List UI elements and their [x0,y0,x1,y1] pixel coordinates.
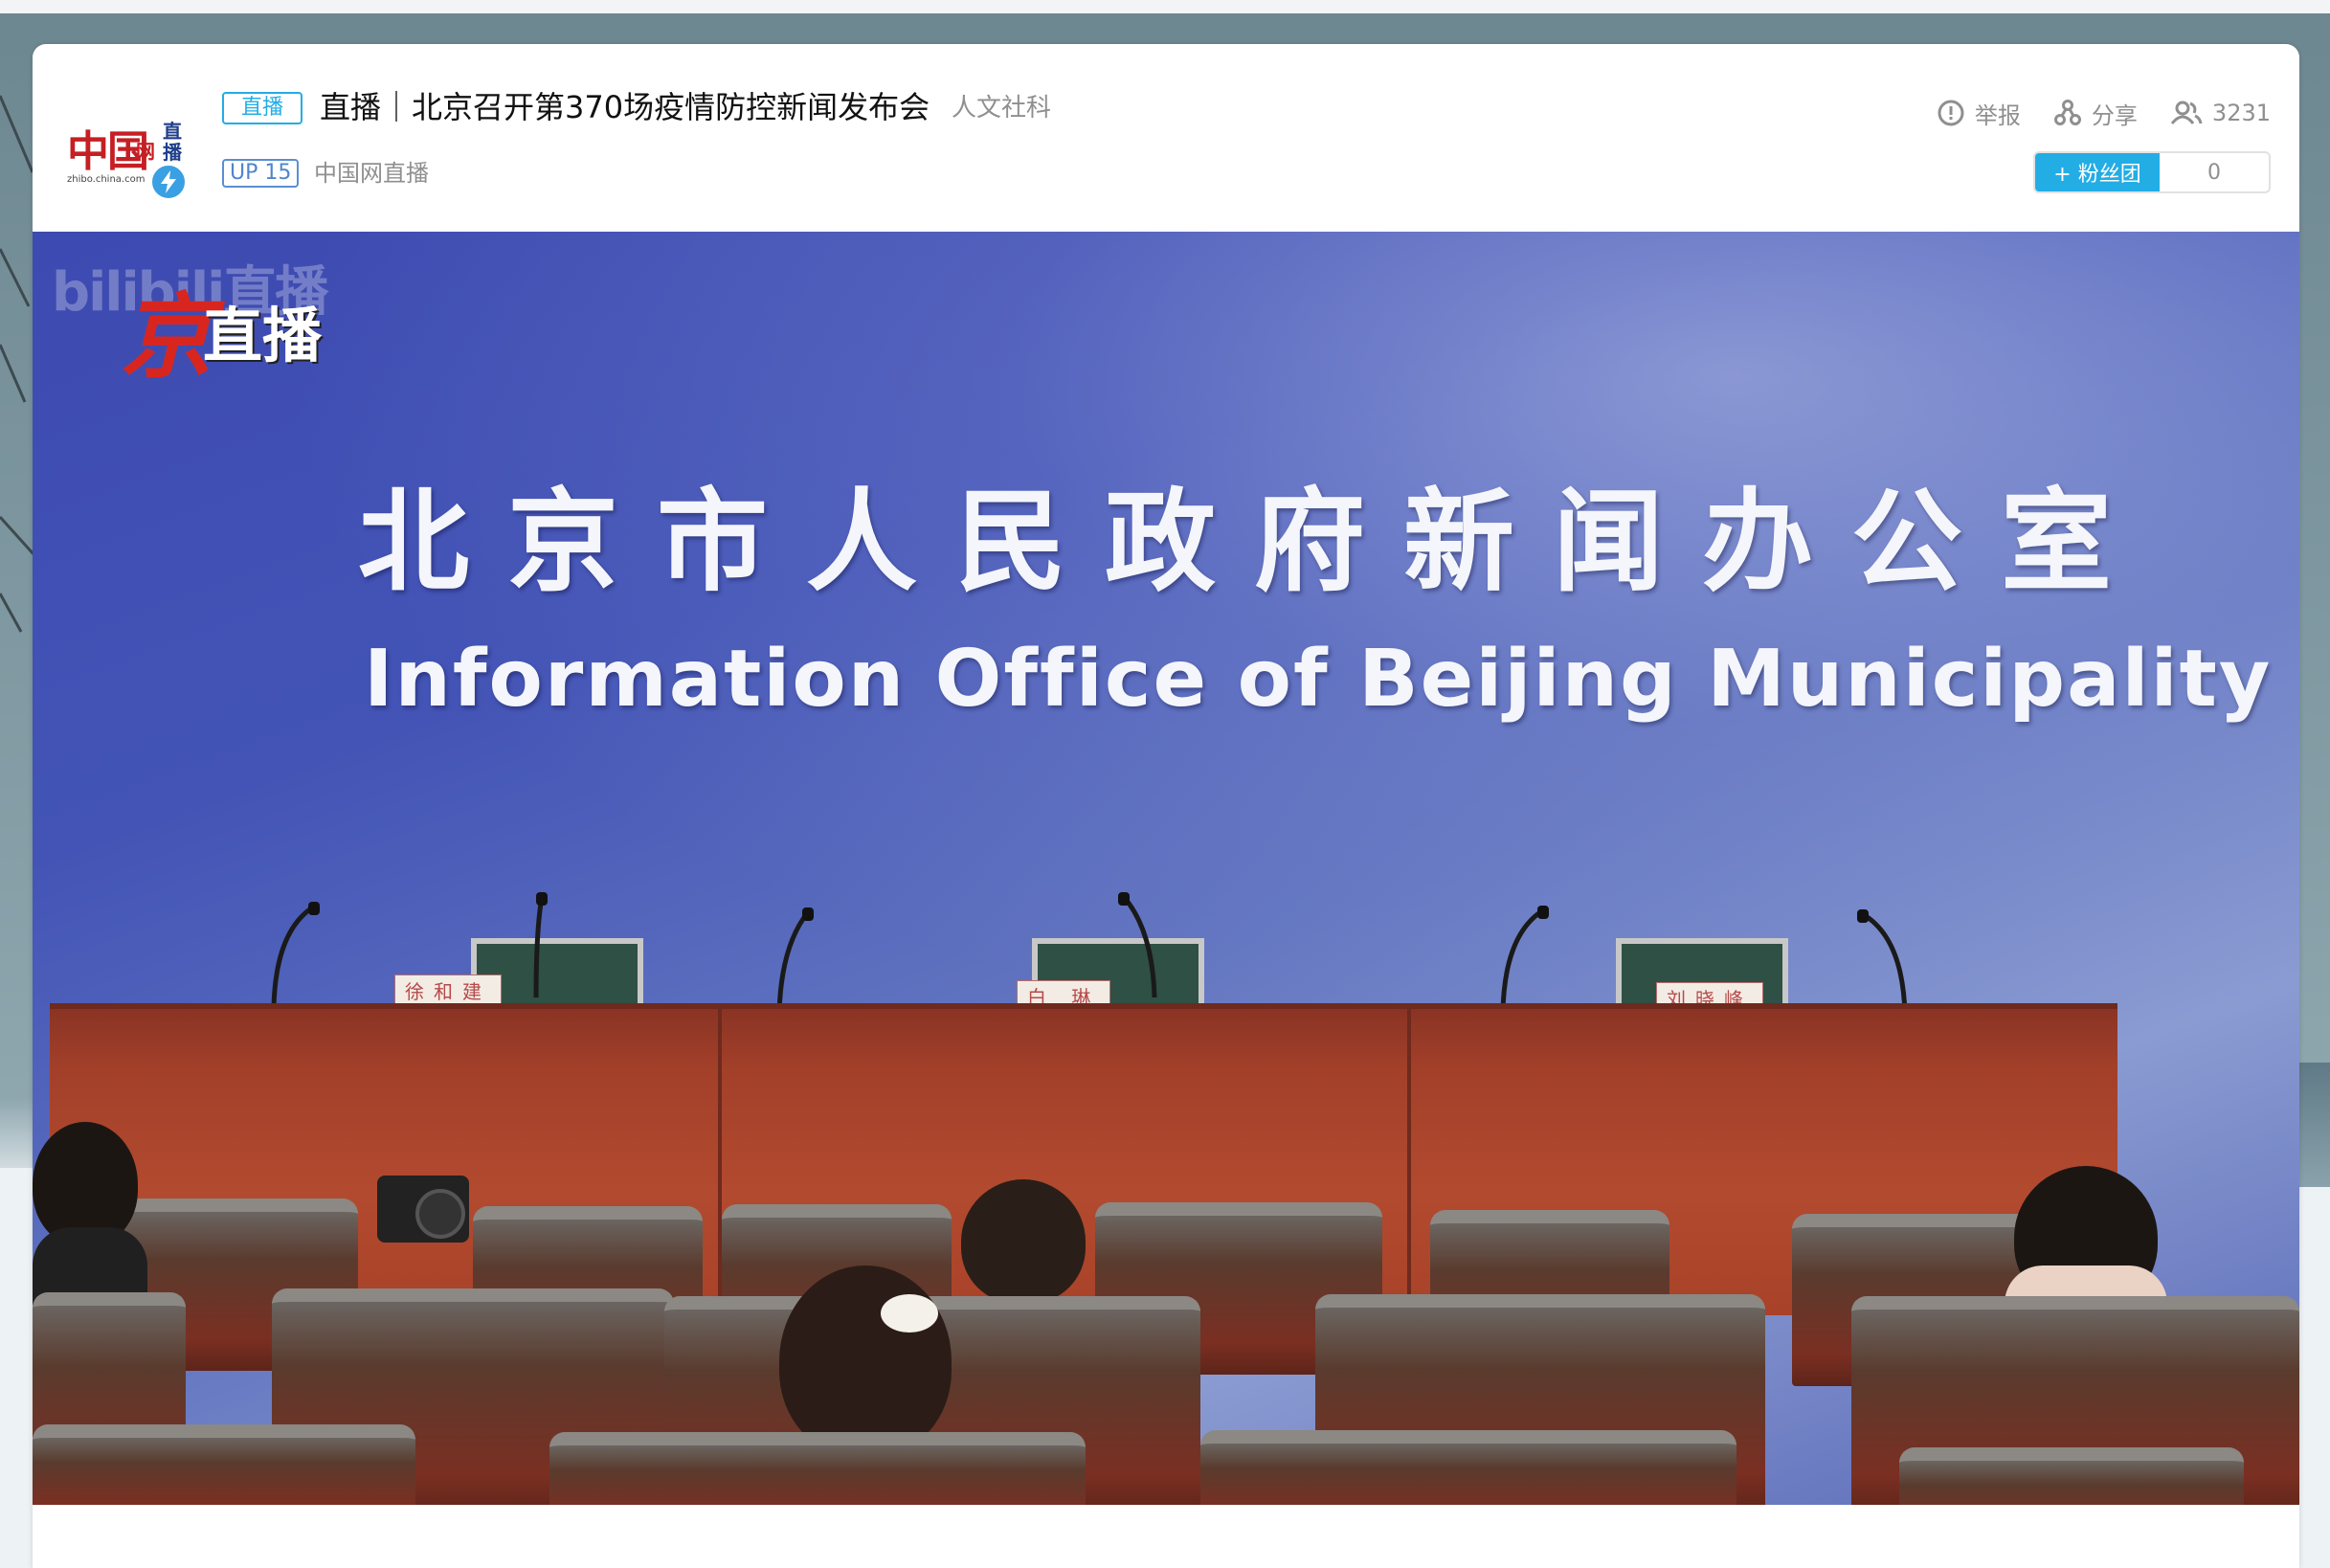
fan-club-widget: + 粉丝团 0 [2033,151,2271,193]
join-fan-club-button[interactable]: + 粉丝团 [2035,153,2160,191]
china-net-logo-net: 网 [136,140,155,163]
live-tag: 直播 [222,92,303,124]
streamer-name-link[interactable]: 中国网直播 [314,157,429,190]
backdrop-english-title: Information Office of Beijing Municipali… [364,634,2273,725]
warning-icon [1938,100,1964,126]
audience-person [961,1179,1086,1304]
microphone-icon [271,902,320,1007]
lightning-icon [149,163,188,201]
audience-person [779,1266,952,1457]
header-actions: 举报 分享 3231 [1904,94,2271,132]
camera-lens [415,1189,465,1239]
jing-logo-text: 直播 [203,301,323,370]
audience-seat [1899,1447,2244,1505]
backdrop-chinese-title: 北京市人民政府新闻办公室 [358,478,2150,607]
share-icon [2053,100,2081,125]
audience-seat [33,1424,415,1505]
microphone-icon [533,892,548,997]
up-level-badge: UP 15 [222,159,300,188]
room-title: 直播｜北京召开第370场疫情防控新闻发布会 [320,89,930,125]
share-button[interactable]: 分享 [2053,97,2138,130]
report-button[interactable]: 举报 [1937,97,2021,130]
microphone-icon [1857,909,1908,1015]
beijing-live-logo: 京 直播 [121,280,322,385]
audience-seat [549,1432,1086,1505]
microphone-icon [776,907,814,1013]
live-room-card: 中国 网 直播 zhibo.china.com 直播 直播｜北京召开第370场疫… [33,44,2299,1568]
microphone-icon [1118,892,1157,997]
desk-seam [1407,1009,1411,1315]
hair-clip [881,1294,938,1333]
china-net-logo-url: zhibo.china.com [67,174,146,185]
users-icon [2170,101,2203,124]
report-label: 举报 [1974,101,2021,129]
room-category-link[interactable]: 人文社科 [952,92,1051,124]
audience-seat [1200,1430,1736,1505]
viewer-count-value: 3231 [2211,100,2271,126]
video-player[interactable]: bilibili直播 京 直播 北京市人民政府新闻办公室 Information… [33,232,2299,1505]
microphone-icon [1500,906,1549,1011]
jing-logo-char: 京 [121,282,213,391]
fan-club-count: 0 [2207,160,2221,185]
room-header: 中国 网 直播 zhibo.china.com 直播 直播｜北京召开第370场疫… [33,44,2299,232]
viewer-count: 3231 [2170,99,2271,127]
share-label: 分享 [2091,101,2138,129]
china-net-logo-live: 直播 [163,120,182,164]
top-strip [0,0,2330,13]
